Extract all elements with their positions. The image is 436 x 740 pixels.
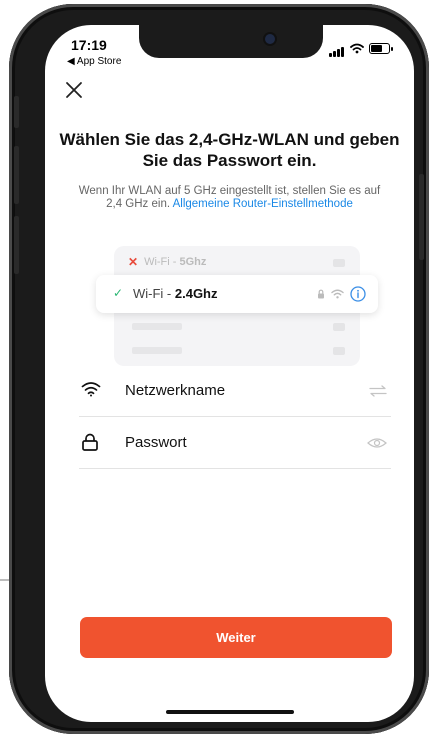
- check-icon: ✓: [113, 286, 124, 300]
- status-icons: [329, 39, 393, 57]
- info-icon: [350, 286, 366, 302]
- status-time: 17:19: [71, 37, 107, 53]
- notch: [139, 25, 323, 58]
- password-field[interactable]: Passwort: [79, 418, 391, 469]
- page-subtitle: Wenn Ihr WLAN auf 5 GHz eingestellt ist,…: [75, 185, 384, 211]
- close-icon[interactable]: [65, 81, 83, 99]
- placeholder-bar: [132, 323, 182, 330]
- page-title: Wählen Sie das 2,4-GHz-WLAN und geben Si…: [59, 130, 400, 170]
- network-name-field[interactable]: Netzwerkname: [79, 366, 391, 417]
- wifi-icon: [81, 382, 101, 397]
- mute-switch: [14, 96, 19, 128]
- wifi-5ghz-label: Wi-Fi - 5Ghz: [144, 256, 206, 268]
- camera-icon: [265, 34, 275, 44]
- placeholder-icon: [333, 323, 345, 331]
- back-to-app-store-link[interactable]: ◀ App Store: [67, 56, 121, 67]
- wifi-status-icon: [350, 43, 364, 53]
- wifi-icon: [331, 289, 344, 299]
- continue-button[interactable]: Weiter: [80, 617, 392, 658]
- eye-icon[interactable]: [367, 437, 387, 449]
- wifi-24ghz-row: ✓ Wi-Fi - 2.4Ghz: [96, 275, 378, 313]
- wifi-24ghz-icons: [317, 286, 366, 302]
- cross-icon: ✕: [128, 255, 139, 269]
- battery-icon: [369, 42, 393, 54]
- lock-icon: [82, 433, 98, 451]
- network-name-label: Netzwerkname: [125, 382, 226, 399]
- volume-up-button: [14, 146, 19, 204]
- router-settings-link[interactable]: Allgemeine Router-Einstellmethode: [173, 198, 353, 210]
- cellular-signal-icon: [329, 39, 345, 57]
- placeholder-bar: [132, 347, 182, 354]
- password-label: Passwort: [125, 434, 187, 451]
- wifi-24ghz-label: Wi-Fi - 2.4Ghz: [133, 286, 218, 301]
- app-screen: 17:19 ◀ App Store Wählen Sie das 2,4-GHz…: [45, 25, 414, 722]
- power-button: [419, 174, 424, 260]
- wifi-5ghz-band: 5Ghz: [179, 256, 207, 268]
- phone-frame: 17:19 ◀ App Store Wählen Sie das 2,4-GHz…: [9, 4, 429, 734]
- background-divider: [0, 579, 9, 581]
- volume-down-button: [14, 216, 19, 274]
- wifi-24ghz-prefix: Wi-Fi -: [133, 286, 175, 301]
- wifi-5ghz-prefix: Wi-Fi -: [144, 256, 180, 268]
- wifi-24ghz-band: 2.4Ghz: [174, 286, 218, 301]
- swap-icon[interactable]: [369, 385, 387, 397]
- placeholder-icon: [333, 347, 345, 355]
- wifi-5ghz-row: ✕ Wi-Fi - 5Ghz: [128, 255, 206, 269]
- lock-icon: [318, 289, 324, 299]
- placeholder-icon: [333, 259, 345, 267]
- home-indicator: [166, 710, 294, 714]
